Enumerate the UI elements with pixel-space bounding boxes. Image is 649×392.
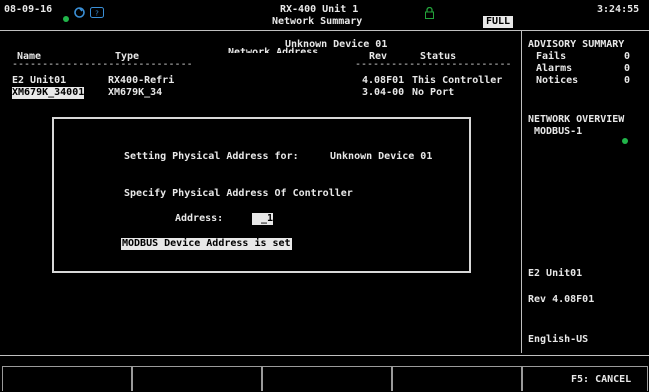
set-address-dialog: Setting Physical Address for: Unknown De… (52, 117, 471, 273)
bottom-divider (0, 355, 649, 356)
top-divider (0, 30, 649, 31)
page-subtitle: Network Summary (272, 16, 363, 27)
advisory-alarms-label: Alarms (536, 63, 573, 74)
header-separator-left: ------------------------------ (12, 59, 193, 70)
row-status: No Port (412, 87, 455, 98)
language-text: English-US (528, 334, 589, 345)
network-icon (73, 3, 86, 22)
address-input[interactable]: _1 (252, 213, 273, 225)
status-dot-icon (622, 129, 628, 148)
advisory-title: ADVISORY SUMMARY (528, 39, 625, 50)
dialog-device-name: Unknown Device 01 (330, 151, 433, 162)
network-overview-title: NETWORK OVERVIEW (528, 114, 625, 125)
f2-key[interactable] (132, 366, 262, 391)
help-icon: ? (90, 3, 104, 22)
clock-text: 3:24:55 (597, 4, 640, 15)
advisory-notices-count: 0 (624, 75, 631, 86)
row-type: XM679K_34 (108, 87, 163, 98)
unit-name: E2 Unit01 (528, 268, 583, 279)
advisory-alarms-count: 0 (624, 63, 631, 74)
setting-label: Setting Physical Address for: (124, 151, 299, 162)
revision-text: Rev 4.08F01 (528, 294, 595, 305)
f3-key[interactable] (262, 366, 392, 391)
date-text: 08-09-16 (4, 4, 53, 15)
row-rev: 3.04-00 (362, 87, 405, 98)
row-status: This Controller (412, 75, 503, 86)
advisory-notices-label: Notices (536, 75, 579, 86)
row-name-selected[interactable]: XM679K_34001 (12, 87, 85, 99)
svg-text:?: ? (95, 10, 99, 18)
row-rev: 4.08F01 (362, 75, 405, 86)
dialog-instruction: Specify Physical Address Of Controller (124, 188, 353, 199)
f5-cancel-button[interactable]: F5: CANCEL (522, 366, 648, 391)
status-dot-icon (63, 7, 69, 26)
row-type: RX400-Refri (108, 75, 175, 86)
advisory-fails-label: Fails (536, 51, 567, 62)
top-status-bar: 08-09-16 ? RX-400 Unit 1 Network Summary… (0, 0, 649, 30)
mode-badge: FULL (483, 16, 514, 28)
f1-key[interactable] (2, 366, 132, 391)
advisory-fails-count: 0 (624, 51, 631, 62)
sidebar-divider (521, 31, 522, 353)
address-label: Address: (175, 213, 224, 224)
row-name: E2 Unit01 (12, 75, 67, 86)
column-network-address: Network Address (228, 47, 319, 53)
network-item-modbus[interactable]: MODBUS-1 (534, 126, 582, 138)
f5-label: F5: CANCEL (571, 374, 632, 385)
header-separator-right: -------------------------- (355, 59, 512, 70)
lock-icon (425, 4, 434, 23)
status-message: MODBUS Device Address is set (121, 238, 292, 250)
window-title: RX-400 Unit 1 (280, 4, 359, 15)
f4-key[interactable] (392, 366, 522, 391)
